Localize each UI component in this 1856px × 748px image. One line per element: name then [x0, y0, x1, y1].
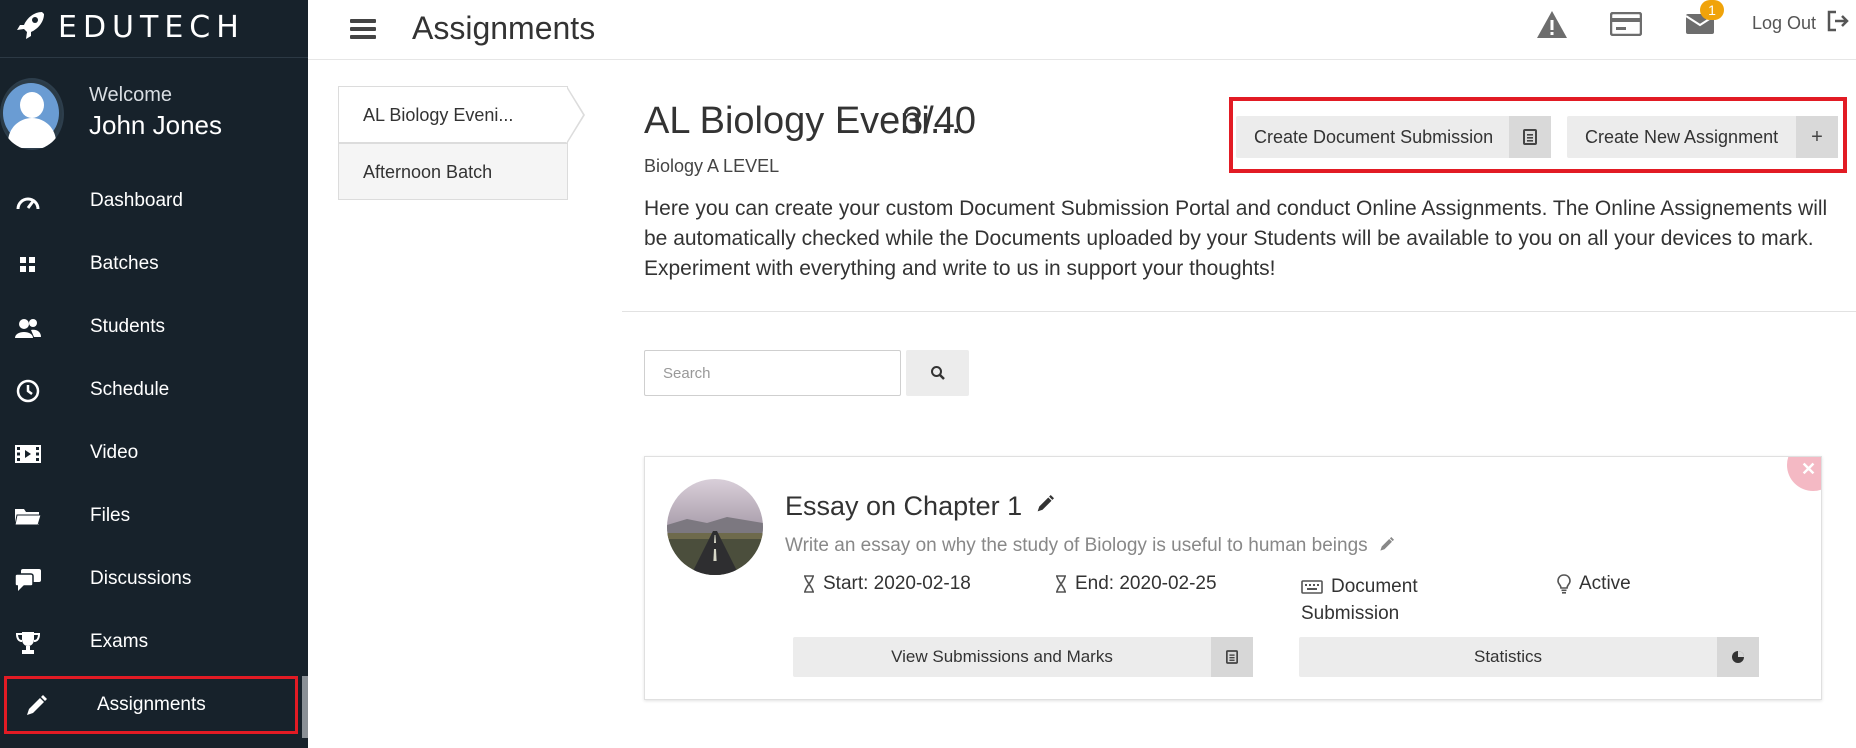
comments-icon	[14, 566, 42, 594]
plus-icon: +	[1796, 116, 1838, 158]
logout-button[interactable]: Log Out	[1752, 10, 1849, 34]
search-input[interactable]	[644, 350, 901, 396]
end-date: End: 2020-02-25	[1055, 573, 1217, 595]
trophy-icon	[14, 629, 42, 657]
keyboard-icon	[1301, 580, 1323, 594]
start-date: Start: 2020-02-18	[803, 573, 971, 595]
assignment-thumbnail	[667, 479, 763, 575]
create-document-submission-button[interactable]: Create Document Submission	[1236, 116, 1551, 158]
create-document-submission-label: Create Document Submission	[1254, 127, 1494, 147]
batch-count: 3/40	[902, 100, 976, 142]
create-new-assignment-label: Create New Assignment	[1585, 127, 1779, 147]
document-icon	[1509, 116, 1551, 158]
sidebar-item-students[interactable]: Students	[0, 296, 308, 359]
pie-chart-icon	[1717, 637, 1759, 677]
notification-badge: 1	[1700, 0, 1724, 20]
batch-tab-al-biology-evening[interactable]: AL Biology Eveni...	[338, 86, 585, 144]
sidebar-item-discussions[interactable]: Discussions	[0, 548, 308, 611]
hourglass-icon	[1056, 575, 1066, 593]
assignment-description-text: Write an essay on why the study of Biolo…	[785, 535, 1368, 556]
active-item-highlight	[4, 676, 298, 734]
document-icon	[1211, 637, 1253, 677]
edit-title-icon[interactable]	[1036, 495, 1054, 513]
users-icon	[14, 314, 42, 342]
search-icon	[930, 366, 945, 380]
brand-name: EDUTECH	[58, 10, 245, 45]
edit-description-icon[interactable]	[1379, 537, 1394, 552]
batch-tab-afternoon[interactable]: Afternoon Batch	[338, 143, 568, 200]
assignment-title: Essay on Chapter 1	[785, 491, 1054, 522]
create-new-assignment-button[interactable]: Create New Assignment +	[1567, 116, 1838, 158]
view-submissions-button[interactable]: View Submissions and Marks	[793, 637, 1253, 677]
statistics-label: Statistics	[1473, 647, 1543, 666]
assignment-type: Document Submission	[1301, 573, 1471, 627]
sidebar-item-label: Files	[90, 505, 131, 526]
sidebar-item-label: Exams	[90, 631, 149, 652]
end-date-text: End: 2020-02-25	[1075, 573, 1217, 594]
assignment-title-text: Essay on Chapter 1	[785, 491, 1023, 521]
sidebar: EDUTECH Welcome John Jones Dashboard Bat…	[0, 0, 308, 748]
sidebar-item-label: Dashboard	[90, 190, 183, 211]
sidebar-scrollbar[interactable]	[302, 676, 308, 738]
start-date-text: Start: 2020-02-18	[823, 573, 971, 594]
clock-icon	[14, 377, 42, 405]
assignment-status-text: Active	[1579, 573, 1631, 594]
hourglass-icon	[804, 575, 814, 593]
batch-tab-label: Afternoon Batch	[363, 162, 493, 182]
sidebar-item-files[interactable]: Files	[0, 485, 308, 548]
rocket-icon	[17, 12, 44, 39]
sign-out-icon	[1827, 10, 1849, 32]
credit-card-icon[interactable]	[1610, 12, 1642, 36]
user-name: John Jones	[89, 110, 222, 140]
sidebar-item-dashboard[interactable]: Dashboard	[0, 170, 308, 233]
avatar[interactable]	[0, 78, 64, 150]
batch-tab-label: AL Biology Eveni...	[363, 105, 514, 125]
search-button[interactable]	[906, 350, 969, 396]
sidebar-item-label: Batches	[90, 253, 159, 274]
assignment-description: Write an essay on why the study of Biolo…	[785, 535, 1394, 557]
divider	[622, 311, 1856, 312]
grid-icon	[14, 251, 42, 279]
page-title: Assignments	[412, 10, 596, 46]
sidebar-item-schedule[interactable]: Schedule	[0, 359, 308, 422]
film-icon	[14, 440, 42, 468]
sidebar-item-video[interactable]: Video	[0, 422, 308, 485]
page-description: Here you can create your custom Document…	[644, 197, 1828, 280]
sidebar-nav: Dashboard Batches Students Schedule Vide…	[0, 170, 308, 737]
user-profile: Welcome John Jones	[0, 78, 308, 158]
gauge-icon	[14, 188, 42, 216]
batch-subject: Biology A LEVEL	[644, 156, 780, 176]
batch-list: AL Biology Eveni... Afternoon Batch	[338, 86, 585, 200]
lightbulb-icon	[1557, 574, 1571, 594]
statistics-button[interactable]: Statistics	[1299, 637, 1759, 677]
menu-toggle-icon[interactable]	[350, 19, 376, 39]
welcome-text: Welcome	[89, 84, 172, 106]
sidebar-item-label: Video	[90, 442, 139, 463]
sidebar-item-label: Students	[90, 316, 165, 337]
close-icon: ✕	[1801, 459, 1817, 479]
delete-assignment-button[interactable]: ✕	[1787, 457, 1821, 491]
sidebar-item-exams[interactable]: Exams	[0, 611, 308, 674]
view-submissions-label: View Submissions and Marks	[891, 647, 1113, 666]
assignment-status: Active	[1557, 573, 1631, 595]
assignment-card: ✕ Essay on Chapter 1 Write an essay on w…	[644, 456, 1822, 700]
sidebar-item-label: Schedule	[90, 379, 170, 400]
warning-icon[interactable]	[1536, 10, 1568, 40]
logout-label: Log Out	[1752, 13, 1817, 33]
folder-icon	[14, 503, 42, 531]
sidebar-item-batches[interactable]: Batches	[0, 233, 308, 296]
sidebar-item-label: Discussions	[90, 568, 192, 589]
brand: EDUTECH	[0, 0, 308, 58]
